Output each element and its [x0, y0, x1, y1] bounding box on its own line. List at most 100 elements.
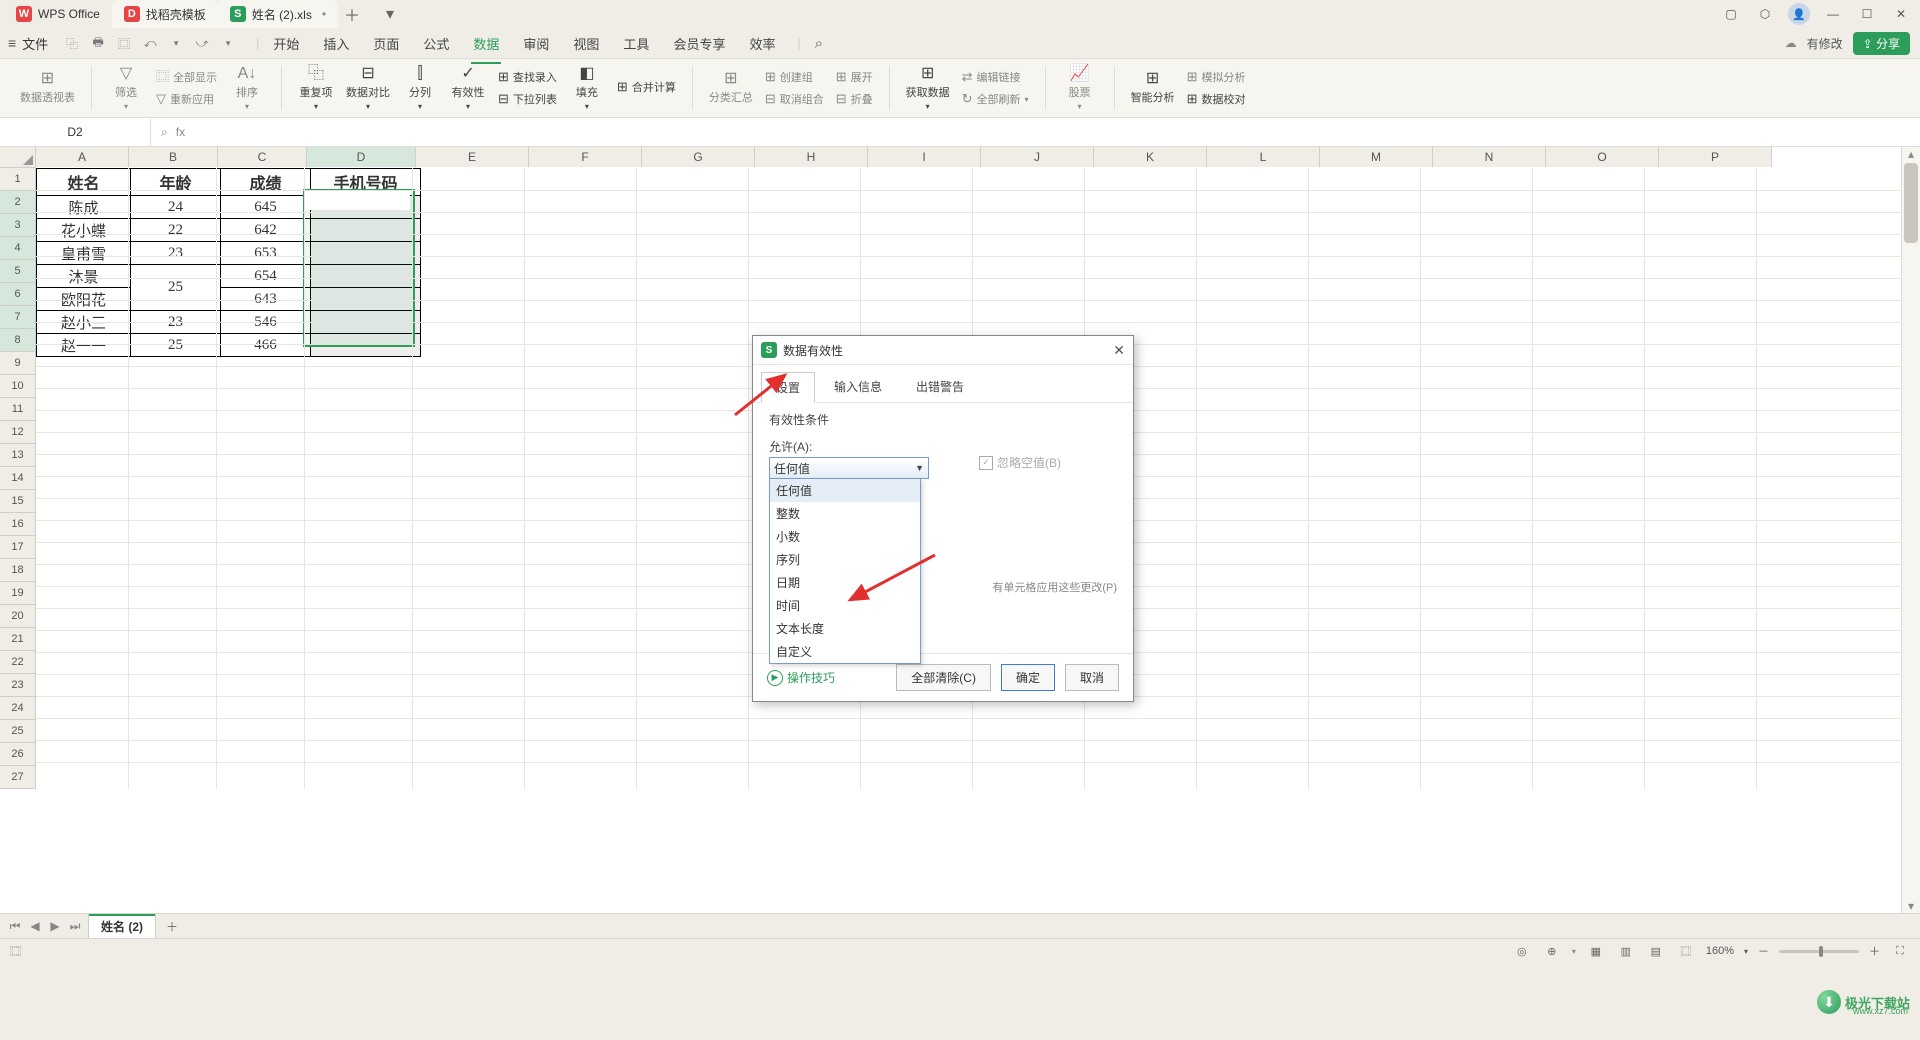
row-header-20[interactable]: 20	[0, 605, 36, 628]
pivot-table-button[interactable]: ⊞数据透视表	[16, 69, 79, 107]
zoom-out-button[interactable]: －	[1758, 943, 1769, 959]
row-header-5[interactable]: 5	[0, 260, 36, 283]
row-header-17[interactable]: 17	[0, 536, 36, 559]
row-header-3[interactable]: 3	[0, 214, 36, 237]
col-header-H[interactable]: H	[755, 147, 868, 167]
row-header-9[interactable]: 9	[0, 352, 36, 375]
col-header-C[interactable]: C	[218, 147, 307, 167]
row-header-2[interactable]: 2	[0, 191, 36, 214]
col-header-N[interactable]: N	[1433, 147, 1546, 167]
clear-all-button[interactable]: 全部清除(C)	[896, 664, 991, 691]
row-header-10[interactable]: 10	[0, 375, 36, 398]
col-header-I[interactable]: I	[868, 147, 981, 167]
tips-link[interactable]: ▶操作技巧	[767, 669, 835, 686]
menu-tab-2[interactable]: 页面	[371, 30, 401, 57]
view-page-icon[interactable]: ▥	[1616, 945, 1636, 958]
allow-option-4[interactable]: 日期	[770, 571, 920, 594]
stocks-button[interactable]: 📈股票▾	[1058, 64, 1102, 113]
sheet-nav-first[interactable]: ⏮	[8, 919, 22, 934]
edit-links-button[interactable]: ⇄编辑链接	[958, 67, 1033, 87]
fx-icon[interactable]: fx	[176, 125, 185, 139]
find-entry-button[interactable]: ⊞查找录入	[494, 67, 561, 87]
row-header-11[interactable]: 11	[0, 398, 36, 421]
collapse-button[interactable]: ⊟折叠	[832, 89, 877, 109]
sheet-nav-prev[interactable]: ◀	[28, 919, 42, 933]
menu-tab-5[interactable]: 审阅	[521, 30, 551, 57]
reapply-button[interactable]: ▽重新应用	[152, 89, 221, 109]
file-menu[interactable]: 文件	[22, 34, 48, 53]
col-header-D[interactable]: D	[307, 147, 416, 167]
row-header-22[interactable]: 22	[0, 651, 36, 674]
vertical-scrollbar[interactable]: ▴ ▾	[1901, 147, 1920, 913]
add-sheet-button[interactable]: ＋	[162, 918, 182, 935]
ungroup-button[interactable]: ⊟取消组合	[761, 89, 828, 109]
zoom-slider[interactable]	[1779, 950, 1859, 953]
show-all-button[interactable]: ⿴全部显示	[152, 67, 221, 87]
row-header-16[interactable]: 16	[0, 513, 36, 536]
expand-button[interactable]: ⊞展开	[832, 67, 877, 87]
row-header-25[interactable]: 25	[0, 720, 36, 743]
maximize-icon[interactable]: ☐	[1856, 3, 1878, 25]
tab-list-button[interactable]: ▾	[376, 0, 404, 28]
col-header-F[interactable]: F	[529, 147, 642, 167]
row-header-18[interactable]: 18	[0, 559, 36, 582]
text-to-columns-button[interactable]: ⫿分列▾	[398, 64, 442, 113]
sort-button[interactable]: A↓排序▾	[225, 64, 269, 113]
allow-option-2[interactable]: 小数	[770, 525, 920, 548]
cancel-button[interactable]: 取消	[1065, 664, 1119, 691]
menu-tab-1[interactable]: 插入	[321, 30, 351, 57]
row-header-24[interactable]: 24	[0, 697, 36, 720]
col-header-E[interactable]: E	[416, 147, 529, 167]
col-header-G[interactable]: G	[642, 147, 755, 167]
filter-button[interactable]: ▽筛选▾	[104, 64, 148, 113]
qa-undo-icon[interactable]: ⤺	[140, 36, 160, 51]
zoom-in-button[interactable]: ＋	[1869, 943, 1880, 959]
refresh-all-button[interactable]: ↻全部刷新▾	[958, 89, 1033, 109]
ok-button[interactable]: 确定	[1001, 664, 1055, 691]
select-all-corner[interactable]	[0, 147, 36, 168]
col-header-A[interactable]: A	[36, 147, 129, 167]
row-header-26[interactable]: 26	[0, 743, 36, 766]
dialog-titlebar[interactable]: S 数据有效性 ✕	[753, 336, 1133, 365]
cube-icon[interactable]: ⬡	[1754, 3, 1776, 25]
qa-redo-icon[interactable]: ⤻	[192, 36, 212, 51]
reading-mode-icon[interactable]: ⿴	[1676, 943, 1696, 959]
allow-option-0[interactable]: 任何值	[770, 479, 920, 502]
row-header-15[interactable]: 15	[0, 490, 36, 513]
qa-preview-icon[interactable]: ⿴	[114, 35, 134, 52]
dialog-close-button[interactable]: ✕	[1113, 342, 1125, 359]
row-header-12[interactable]: 12	[0, 421, 36, 444]
menu-tab-7[interactable]: 工具	[621, 30, 651, 57]
row-header-1[interactable]: 1	[0, 168, 36, 191]
dialog-tab-settings[interactable]: 设置	[761, 372, 815, 403]
row-header-7[interactable]: 7	[0, 306, 36, 329]
share-button[interactable]: ⇪ 分享	[1853, 32, 1910, 55]
status-add-icon[interactable]: ⊕	[1542, 945, 1562, 958]
dialog-tab-error[interactable]: 出错警告	[901, 371, 979, 402]
qa-save-icon[interactable]: ⿻	[62, 35, 82, 52]
get-data-button[interactable]: ⊞获取数据▾	[902, 64, 954, 113]
menu-tab-0[interactable]: 开始	[271, 30, 301, 57]
row-header-6[interactable]: 6	[0, 283, 36, 306]
menu-tab-8[interactable]: 会员专享	[671, 30, 727, 57]
validation-button[interactable]: ✓有效性▾	[446, 64, 490, 113]
smart-analysis-button[interactable]: ⊞智能分析	[1127, 69, 1179, 107]
whatif-button[interactable]: ⊞模拟分析	[1183, 67, 1250, 87]
restore-window-icon[interactable]: ▢	[1720, 3, 1742, 25]
cancel-edit-icon[interactable]: ⌕	[161, 125, 168, 140]
tab-template[interactable]: D 找稻壳模板	[112, 0, 218, 28]
search-icon[interactable]: ⌕	[815, 35, 823, 52]
col-header-K[interactable]: K	[1094, 147, 1207, 167]
row-header-14[interactable]: 14	[0, 467, 36, 490]
col-header-P[interactable]: P	[1659, 147, 1772, 167]
qa-print-icon[interactable]: 🖶	[88, 33, 108, 54]
col-header-B[interactable]: B	[129, 147, 218, 167]
fullscreen-icon[interactable]: ⛶	[1890, 945, 1910, 958]
allow-option-1[interactable]: 整数	[770, 502, 920, 525]
tab-current-file[interactable]: S 姓名 (2).xls •	[218, 0, 338, 28]
row-header-21[interactable]: 21	[0, 628, 36, 651]
col-header-L[interactable]: L	[1207, 147, 1320, 167]
allow-option-3[interactable]: 序列	[770, 548, 920, 571]
group-button[interactable]: ⊞创建组	[761, 67, 828, 87]
subtotal-button[interactable]: ⊞分类汇总	[705, 69, 757, 107]
